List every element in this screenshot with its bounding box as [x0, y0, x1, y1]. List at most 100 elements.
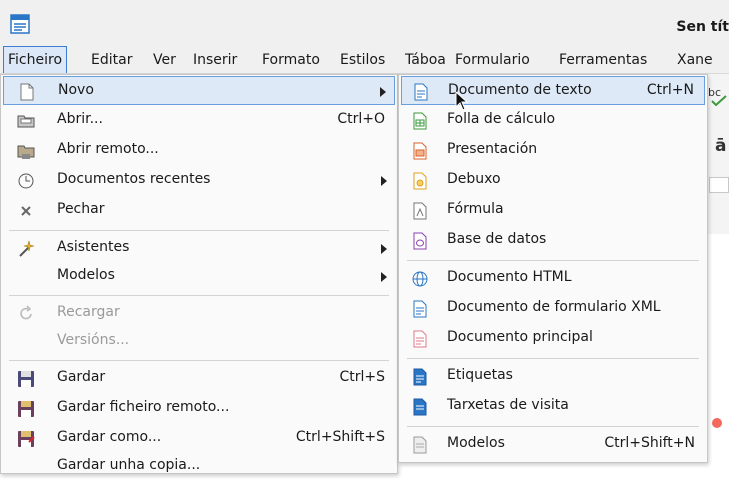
menu-item-asistentes[interactable]: Asistentes [3, 234, 395, 263]
spreadsheet-icon [413, 112, 427, 130]
menu-item-gardar[interactable]: Gardar Ctrl+S [3, 364, 395, 393]
menu-formato[interactable]: Formato [258, 46, 324, 73]
menu-item-base-datos[interactable]: Base de datos [401, 226, 705, 255]
menu-inserir[interactable]: Inserir [189, 46, 241, 73]
menu-item-label: Tarxetas de visita [447, 397, 569, 413]
menu-item-shortcut: Ctrl+S [339, 369, 385, 385]
submenu-arrow-icon [381, 272, 387, 282]
menu-item-label: Gardar como... [57, 429, 162, 445]
menu-item-shortcut: Ctrl+Shift+S [295, 429, 385, 445]
menu-item-label: Base de datos [447, 231, 547, 247]
menu-editar[interactable]: Editar [87, 46, 136, 73]
drawing-icon [413, 172, 427, 190]
floppy-save-as-icon [18, 431, 35, 447]
marker-dot [712, 418, 722, 428]
menu-item-documento-principal[interactable]: Documento principal [401, 324, 705, 353]
menu-estilos[interactable]: Estilos [336, 46, 389, 73]
menu-formulario[interactable]: Formulario [451, 46, 534, 73]
svg-text:bc: bc [708, 86, 721, 99]
reload-icon [20, 305, 32, 320]
menu-item-label: Gardar [57, 369, 106, 385]
writer-app-icon [10, 14, 30, 34]
labels-icon [413, 368, 427, 386]
menu-item-documento-html[interactable]: Documento HTML [401, 264, 705, 293]
menu-bar: Ficheiro Editar Ver Inserir Formato Esti… [0, 46, 729, 74]
menu-item-pechar[interactable]: Pechar [3, 196, 395, 225]
menu-item-shortcut: Ctrl+Shift+N [604, 435, 695, 451]
menu-item-modelos-novo[interactable]: Modelos Ctrl+Shift+N [401, 430, 705, 459]
menu-item-label: Abrir remoto... [57, 141, 159, 157]
new-submenu: Documento de texto Ctrl+N Folla de cálcu… [398, 74, 708, 463]
menu-separator [9, 230, 389, 231]
menu-item-abrir-remoto[interactable]: Abrir remoto... [3, 136, 395, 165]
menu-item-gardar-remoto[interactable]: Gardar ficheiro remoto... [3, 394, 395, 423]
master-document-icon [413, 330, 427, 348]
background-toolbar-glyph: ā [715, 136, 727, 156]
file-menu: Novo Abrir... Ctrl+O Abrir remoto... Doc… [0, 74, 398, 474]
menu-item-label: Documentos recentes [57, 171, 211, 187]
menu-item-label: Modelos [447, 435, 505, 451]
menu-item-label: Novo [58, 82, 94, 98]
menu-item-label: Abrir... [57, 111, 103, 127]
menu-separator [9, 360, 389, 361]
menu-item-versions: Versións... [3, 327, 395, 356]
menu-item-shortcut: Ctrl+O [337, 111, 385, 127]
menu-separator [407, 358, 699, 359]
menu-item-shortcut: Ctrl+N [646, 82, 694, 98]
menu-item-label: Documento de formulario XML [447, 299, 661, 315]
submenu-arrow-icon [381, 176, 387, 186]
new-document-icon [20, 83, 34, 101]
menu-item-documentos-recentes[interactable]: Documentos recentes [3, 166, 395, 195]
globe-icon [412, 271, 428, 287]
text-document-icon [414, 83, 428, 101]
window-title: Sen tít [676, 19, 729, 35]
menu-item-label: Folla de cálculo [447, 111, 556, 127]
menu-item-label: Pechar [57, 201, 105, 217]
menu-item-label: Modelos [57, 267, 115, 283]
submenu-arrow-icon [381, 244, 387, 254]
menu-ver[interactable]: Ver [149, 46, 180, 73]
menu-taboa[interactable]: Táboa [401, 46, 450, 73]
menu-item-modelos[interactable]: Modelos [3, 262, 395, 291]
menu-item-label: Versións... [57, 332, 130, 348]
menu-item-label: Gardar unha copia... [57, 457, 201, 473]
menu-item-abrir[interactable]: Abrir... Ctrl+O [3, 106, 395, 135]
open-folder-icon [17, 115, 35, 128]
floppy-remote-icon [18, 401, 34, 417]
magic-wand-icon [19, 240, 35, 257]
menu-item-recargar: Recargar [3, 299, 395, 328]
floppy-disk-icon [18, 371, 34, 387]
database-icon [413, 232, 427, 250]
menu-item-tarxetas-visita[interactable]: Tarxetas de visita [401, 392, 705, 421]
menu-item-gardar-como[interactable]: Gardar como... Ctrl+Shift+S [3, 424, 395, 453]
menu-item-presentacion[interactable]: Presentación [401, 136, 705, 165]
menu-ferramentas[interactable]: Ferramentas [555, 46, 651, 73]
menu-item-label: Presentación [447, 141, 538, 157]
templates-icon [413, 436, 427, 454]
menu-item-folla-calculo[interactable]: Folla de cálculo [401, 106, 705, 135]
menu-separator [9, 295, 389, 296]
background-field [709, 177, 729, 193]
submenu-arrow-icon [380, 87, 386, 97]
remote-folder-icon [17, 145, 35, 159]
menu-ficheiro[interactable]: Ficheiro [3, 46, 68, 73]
menu-item-documento-texto[interactable]: Documento de texto Ctrl+N [401, 76, 705, 105]
menu-separator [407, 260, 699, 261]
business-cards-icon [413, 398, 427, 416]
menu-item-formulario-xml[interactable]: Documento de formulario XML [401, 294, 705, 323]
menu-xanela[interactable]: Xane [673, 46, 717, 73]
close-x-icon [21, 206, 31, 216]
menu-item-label: Documento de texto [448, 82, 592, 98]
mouse-cursor-icon [455, 91, 469, 111]
menu-item-etiquetas[interactable]: Etiquetas [401, 362, 705, 391]
presentation-icon [413, 142, 427, 160]
menu-item-formula[interactable]: Fórmula [401, 196, 705, 225]
menu-item-label: Documento HTML [447, 269, 572, 285]
menu-item-label: Etiquetas [447, 367, 513, 383]
menu-item-debuxo[interactable]: Debuxo [401, 166, 705, 195]
title-bar: Sen tít [0, 0, 729, 46]
menu-item-label: Recargar [57, 304, 120, 320]
formula-icon [413, 202, 427, 220]
menu-item-label: Asistentes [57, 239, 130, 255]
menu-item-novo[interactable]: Novo [3, 76, 395, 105]
